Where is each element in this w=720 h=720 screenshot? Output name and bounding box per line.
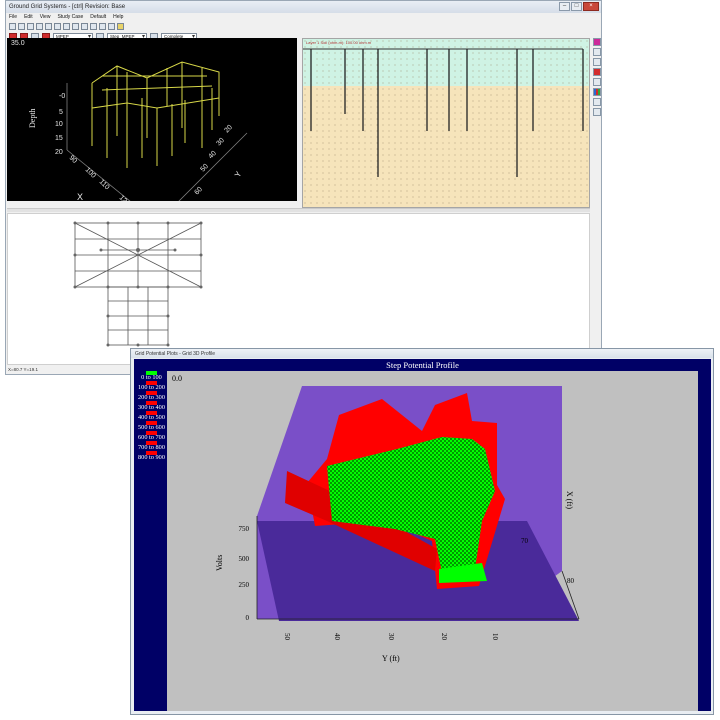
- depth-tick: 10: [55, 121, 63, 128]
- main-toolbar: [6, 21, 601, 31]
- y-tick: 10: [491, 633, 499, 641]
- menu-view[interactable]: View: [40, 14, 51, 20]
- menu-bar: File Edit View Study Case Default Help: [6, 13, 601, 21]
- grid-conductors: [91, 61, 220, 168]
- y-tick: 50: [283, 633, 291, 641]
- layer-down-icon[interactable]: [593, 58, 601, 66]
- soil-model-view[interactable]: Layer 1 Soil (ohm-m): 100.00 ohm.m: [302, 38, 590, 208]
- y-tick: 30: [215, 137, 226, 148]
- y-tick: 30: [387, 633, 395, 641]
- depth-axis-label: Depth: [28, 108, 37, 128]
- plan-conductors: [74, 222, 202, 346]
- maximize-button[interactable]: □: [571, 2, 582, 11]
- floor-plane: [257, 521, 579, 621]
- zoom-icon[interactable]: [90, 22, 97, 30]
- y-axis-label: Y (ft): [382, 654, 400, 663]
- y-tick: 20: [440, 633, 448, 641]
- grid-icon[interactable]: [108, 22, 115, 30]
- x-axis-label: X: [77, 192, 83, 201]
- soil-profile: [303, 39, 589, 207]
- redo-icon[interactable]: [81, 22, 88, 30]
- select-icon[interactable]: [99, 22, 106, 30]
- cut-icon[interactable]: [45, 22, 52, 30]
- grid-3d-view[interactable]: 35.0 Depth -0 5 10 15 20 90 100 110 X 20…: [7, 38, 297, 201]
- z-tick: 250: [239, 581, 250, 589]
- export-icon[interactable]: [593, 98, 601, 106]
- copy-icon[interactable]: [54, 22, 61, 30]
- step-potential-plot: 0.0 0 250 500 750 Volts 50 40 30 20 10 Y…: [172, 374, 580, 663]
- x-tick: 100: [84, 166, 97, 179]
- legend-label: 800 to 900: [138, 454, 165, 461]
- legend-item: 800 to 900: [134, 451, 169, 461]
- minimize-button[interactable]: –: [559, 2, 570, 11]
- chart-title: Step Potential Profile: [386, 360, 459, 370]
- grid-plan-view[interactable]: [7, 213, 590, 365]
- z-axis-label: Volts: [215, 555, 224, 571]
- legend-item: 0 to 100: [134, 371, 169, 381]
- warning-icon[interactable]: [593, 68, 601, 76]
- pane-splitter[interactable]: [7, 208, 590, 212]
- legend-item: 200 to 300: [134, 391, 169, 401]
- bar-chart-icon[interactable]: [593, 88, 601, 96]
- x-tick: 120: [118, 194, 131, 201]
- soil-layer-label: Layer 1 Soil (ohm-m): 100.00 ohm.m: [306, 40, 372, 45]
- legend-item: 100 to 200: [134, 381, 169, 391]
- grid-plan: [73, 221, 203, 347]
- print-icon[interactable]: [36, 22, 43, 30]
- legend-item: 500 to 600: [134, 421, 169, 431]
- depth-readout: 35.0: [11, 40, 25, 47]
- x-tick: 70: [521, 537, 529, 545]
- z-tick: 0: [246, 614, 250, 622]
- legend-item: 700 to 800: [134, 441, 169, 451]
- y-axis-label: Y: [233, 169, 244, 179]
- step-chart-area: Step Potential Profile 0 to 100 100 to 20…: [134, 359, 711, 711]
- layer-up-icon[interactable]: [593, 48, 601, 56]
- menu-default[interactable]: Default: [90, 14, 106, 20]
- undo-icon[interactable]: [72, 22, 79, 30]
- depth-tick: -0: [59, 93, 65, 100]
- menu-study-case[interactable]: Study Case: [57, 14, 83, 20]
- copy-view-icon[interactable]: [593, 78, 601, 86]
- x-tick: 80: [567, 577, 575, 585]
- close-button[interactable]: ×: [583, 2, 599, 11]
- z-tick: 750: [239, 525, 250, 533]
- window-title: Ground Grid Systems - [ctrl] Revision: B…: [9, 4, 126, 10]
- y-tick: 60: [193, 186, 204, 197]
- x-tick: 90: [68, 154, 79, 165]
- y-tick: 40: [207, 150, 218, 161]
- desktop: Ground Grid Systems - [ctrl] Revision: B…: [0, 0, 720, 720]
- open-file-icon[interactable]: [18, 22, 25, 30]
- main-titlebar[interactable]: Ground Grid Systems - [ctrl] Revision: B…: [6, 1, 601, 13]
- corner-value: 0.0: [172, 374, 182, 383]
- y-tick: 40: [333, 633, 341, 641]
- run-icon[interactable]: [117, 22, 124, 30]
- legend-item: 300 to 400: [134, 401, 169, 411]
- new-file-icon[interactable]: [9, 22, 16, 30]
- y-tick: 20: [223, 124, 234, 135]
- window-controls: – □ ×: [559, 2, 599, 11]
- depth-tick: 15: [55, 135, 63, 142]
- x-tick: 110: [98, 178, 111, 191]
- x-axis-label: X (ft): [565, 491, 574, 509]
- depth-tick: 20: [55, 149, 63, 156]
- menu-file[interactable]: File: [9, 14, 17, 20]
- status-bar: X=80.7 Y=19.1: [8, 367, 38, 372]
- refresh-icon[interactable]: [593, 108, 601, 116]
- plot-area[interactable]: 0.0 0 250 500 750 Volts 50 40 30 20 10 Y…: [167, 371, 698, 711]
- soil-view-icon[interactable]: [593, 38, 601, 46]
- step-window-titlebar[interactable]: Grid Potential Plots - Grid 3D Profile: [131, 349, 713, 358]
- z-tick: 500: [239, 555, 250, 563]
- paste-icon[interactable]: [63, 22, 70, 30]
- step-potential-window: Grid Potential Plots - Grid 3D Profile S…: [130, 348, 714, 715]
- menu-edit[interactable]: Edit: [24, 14, 33, 20]
- grid-3d-plot: Depth -0 5 10 15 20 90 100 110 120 130 X…: [28, 61, 248, 201]
- main-app-window: Ground Grid Systems - [ctrl] Revision: B…: [5, 0, 602, 375]
- legend-item: 400 to 500: [134, 411, 169, 421]
- depth-tick: 5: [59, 109, 63, 116]
- legend-item: 600 to 700: [134, 431, 169, 441]
- right-toolbar: [592, 38, 601, 133]
- menu-help[interactable]: Help: [113, 14, 123, 20]
- save-icon[interactable]: [27, 22, 34, 30]
- chart-legend: 0 to 100 100 to 200 200 to 300 300 to 400 40…: [134, 371, 169, 461]
